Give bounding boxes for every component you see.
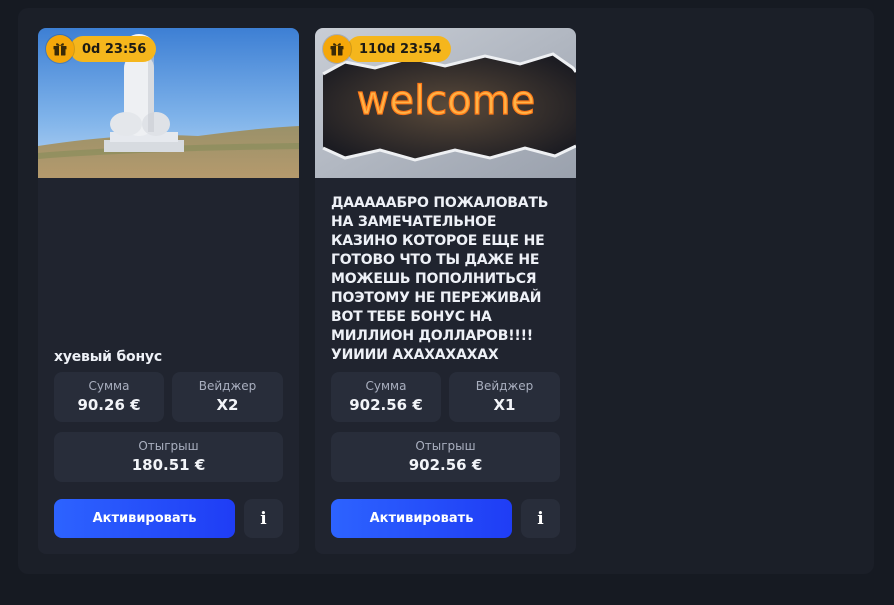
- info-icon[interactable]: i: [521, 499, 560, 538]
- timer-value: 0d 23:56: [70, 36, 157, 62]
- activate-button[interactable]: Активировать: [331, 499, 512, 538]
- sum-value: 902.56 €: [349, 396, 423, 414]
- sum-value: 90.26 €: [77, 396, 141, 414]
- bonus-title: ДАААААБРО ПОЖАЛОВАТЬ НА ЗАМЕЧАТЕЛЬНОЕ КА…: [331, 195, 549, 363]
- gift-icon: [46, 35, 74, 63]
- timer-value: 110d 23:54: [347, 36, 452, 62]
- bonus-title: хуевый бонус: [54, 349, 162, 365]
- info-icon[interactable]: i: [244, 499, 283, 538]
- wager-value: X1: [493, 396, 516, 414]
- wager-win-box: Отыгрыш 180.51 €: [54, 432, 283, 482]
- bonus-card: 0d 23:56 хуевый бонус Сумма 90.26 € Вейд…: [38, 28, 299, 554]
- gift-icon: [323, 35, 351, 63]
- banner-welcome-text: welcome: [357, 78, 535, 124]
- activate-button[interactable]: Активировать: [54, 499, 235, 538]
- wager-win-value: 902.56 €: [408, 456, 483, 474]
- wager-win-value: 180.51 €: [131, 456, 206, 474]
- bonus-card: welcome 110d 23:54 ДАААААБРО ПОЖАЛОВАТЬ …: [315, 28, 576, 554]
- wager-label: Вейджер: [475, 379, 534, 393]
- sum-box: Сумма 90.26 €: [54, 372, 164, 422]
- wager-value: X2: [216, 396, 239, 414]
- bonus-timer: 110d 23:54: [323, 35, 452, 63]
- wager-box: Вейджер X2: [172, 372, 283, 422]
- sum-label: Сумма: [365, 379, 407, 393]
- wager-label: Вейджер: [198, 379, 257, 393]
- sum-label: Сумма: [88, 379, 130, 393]
- sum-box: Сумма 902.56 €: [331, 372, 441, 422]
- wager-win-box: Отыгрыш 902.56 €: [331, 432, 560, 482]
- bonus-timer: 0d 23:56: [46, 35, 157, 63]
- wager-win-label: Отыгрыш: [138, 439, 199, 453]
- wager-box: Вейджер X1: [449, 372, 560, 422]
- bonuses-panel: 0d 23:56 хуевый бонус Сумма 90.26 € Вейд…: [18, 8, 874, 574]
- wager-win-label: Отыгрыш: [415, 439, 476, 453]
